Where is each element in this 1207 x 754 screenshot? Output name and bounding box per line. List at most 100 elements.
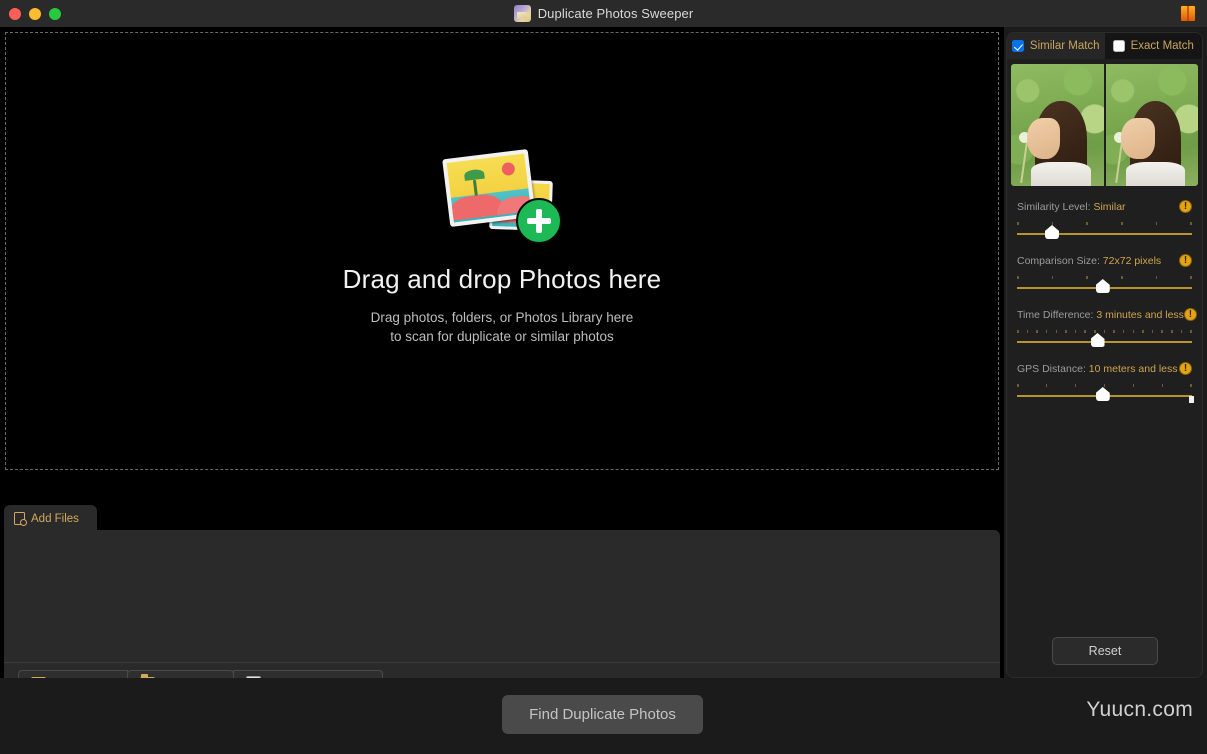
slider-tick xyxy=(1074,384,1077,387)
slider-thumb[interactable] xyxy=(1045,225,1059,239)
similar-photos-preview xyxy=(1011,64,1198,186)
slider-tick xyxy=(1103,330,1106,333)
tab-exact-match[interactable]: Exact Match xyxy=(1104,33,1202,59)
slider-ticks xyxy=(1017,330,1192,333)
files-panel: Add Photos Add Folder Add Photos Library xyxy=(4,530,1000,702)
similarity-level-value: Similar xyxy=(1093,200,1126,213)
preview-photo-left xyxy=(1011,64,1104,186)
dropzone-subtitle: Drag photos, folders, or Photos Library … xyxy=(371,308,634,346)
slider-tick xyxy=(1084,330,1086,333)
gps-distance-label: GPS Distance: 10 meters and less xyxy=(1017,363,1178,375)
window-title: Duplicate Photos Sweeper xyxy=(537,6,694,21)
photo-dropzone[interactable]: Drag and drop Photos here Drag photos, f… xyxy=(5,32,999,470)
gps-slider-end-marker xyxy=(1189,396,1194,403)
dropzone-subtitle-line2: to scan for duplicate or similar photos xyxy=(390,329,614,344)
slider-tick xyxy=(1155,222,1158,225)
find-duplicate-photos-button[interactable]: Find Duplicate Photos xyxy=(502,695,703,734)
dropzone-title: Drag and drop Photos here xyxy=(342,264,662,294)
slider-tick xyxy=(1121,222,1123,225)
match-mode-tabs: Similar Match Exact Match xyxy=(1007,33,1202,59)
similarity-level-label: Similarity Level: Similar xyxy=(1017,201,1126,213)
close-button[interactable] xyxy=(9,7,21,20)
comparison-size-value: 72x72 pixels xyxy=(1102,254,1162,267)
time-difference-label-text: Time Difference: xyxy=(1017,308,1097,321)
zoom-button[interactable] xyxy=(49,7,61,20)
tab-add-files[interactable]: Add Files xyxy=(4,505,97,532)
slider-tick xyxy=(1086,222,1088,225)
window-title-group: Duplicate Photos Sweeper xyxy=(0,0,1207,27)
gps-distance-info-icon[interactable]: ! xyxy=(1179,362,1192,375)
slider-tick xyxy=(1171,330,1173,333)
slider-thumb[interactable] xyxy=(1095,279,1110,293)
slider-track xyxy=(1017,233,1192,235)
slider-tick xyxy=(1190,384,1192,387)
slider-tick xyxy=(1017,330,1019,333)
comparison-size-info-icon[interactable]: ! xyxy=(1179,254,1192,267)
similar-match-checkbox[interactable] xyxy=(1011,40,1024,52)
tab-similar-match-label: Similar Match xyxy=(1029,40,1100,52)
gps-distance-control: GPS Distance: 10 meters and less ! xyxy=(1007,362,1202,403)
preview-photo-right xyxy=(1105,64,1198,186)
time-difference-label: Time Difference: 3 minutes and less xyxy=(1017,309,1184,321)
slider-tick xyxy=(1094,330,1096,333)
app-window: Duplicate Photos Sweeper Drag and drop P… xyxy=(0,0,1207,754)
gps-distance-label-text: GPS Distance: xyxy=(1017,362,1089,375)
main-content-area: Drag and drop Photos here Drag photos, f… xyxy=(0,27,1004,702)
slider-tick xyxy=(1190,222,1192,225)
minimize-button[interactable] xyxy=(29,7,41,20)
comparison-size-control: Comparison Size: 72x72 pixels ! xyxy=(1007,254,1202,294)
title-bar: Duplicate Photos Sweeper xyxy=(0,0,1207,27)
footer-bar: Find Duplicate Photos Yuucn.com xyxy=(0,678,1207,754)
slider-tick xyxy=(1142,330,1144,333)
similarity-level-header: Similarity Level: Similar ! xyxy=(1017,200,1192,213)
reset-button[interactable]: Reset xyxy=(1052,637,1158,665)
slider-ticks xyxy=(1017,222,1192,225)
similarity-level-info-icon[interactable]: ! xyxy=(1179,200,1192,213)
files-list[interactable] xyxy=(4,530,1000,662)
slider-tick xyxy=(1045,330,1048,333)
tab-similar-match[interactable]: Similar Match xyxy=(1007,33,1105,59)
comparison-size-label: Comparison Size: 72x72 pixels xyxy=(1017,255,1161,267)
similarity-level-label-text: Similarity Level: xyxy=(1017,200,1094,213)
slider-tick xyxy=(1132,330,1134,333)
exact-match-checkbox[interactable] xyxy=(1112,40,1125,52)
traffic-light-controls[interactable] xyxy=(0,7,61,20)
plus-icon xyxy=(516,198,562,244)
dropzone-subtitle-line1: Drag photos, folders, or Photos Library … xyxy=(370,310,634,325)
slider-tick xyxy=(1026,330,1029,333)
slider-tick xyxy=(1051,222,1054,225)
comparison-size-header: Comparison Size: 72x72 pixels ! xyxy=(1017,254,1192,267)
slider-ticks xyxy=(1017,384,1192,387)
gps-distance-slider[interactable] xyxy=(1017,384,1194,403)
slider-tick xyxy=(1161,384,1164,387)
slider-tick xyxy=(1017,222,1019,225)
match-settings-panel: Similar Match Exact Match Similarity Lev… xyxy=(1006,32,1203,678)
slider-tick xyxy=(1103,384,1106,387)
slider-ticks xyxy=(1017,276,1192,279)
similarity-level-slider[interactable] xyxy=(1017,222,1192,240)
slider-tick xyxy=(1036,330,1038,333)
slider-tick xyxy=(1065,330,1067,333)
slider-tick xyxy=(1155,276,1158,279)
app-photos-icon xyxy=(513,5,531,22)
dropzone-inner: Drag and drop Photos here Drag photos, f… xyxy=(343,146,662,346)
slider-tick xyxy=(1017,384,1019,387)
time-difference-slider[interactable] xyxy=(1017,330,1192,348)
gps-distance-value: 10 meters and less xyxy=(1088,362,1178,375)
slider-tick xyxy=(1086,276,1088,279)
slider-tick xyxy=(1045,384,1048,387)
slider-tick xyxy=(1122,330,1125,333)
time-difference-info-icon[interactable]: ! xyxy=(1183,308,1197,321)
tab-add-files-label: Add Files xyxy=(31,512,79,525)
slider-tick xyxy=(1161,330,1163,333)
gift-icon[interactable] xyxy=(1180,5,1196,22)
slider-tick xyxy=(1121,276,1123,279)
slider-thumb[interactable] xyxy=(1095,387,1110,401)
add-photos-illustration xyxy=(442,146,562,246)
slider-tick xyxy=(1051,276,1054,279)
slider-track xyxy=(1017,341,1192,343)
comparison-size-slider[interactable] xyxy=(1017,276,1192,294)
slider-tick xyxy=(1190,276,1192,279)
slider-thumb[interactable] xyxy=(1090,333,1105,347)
slider-tick xyxy=(1132,384,1135,387)
